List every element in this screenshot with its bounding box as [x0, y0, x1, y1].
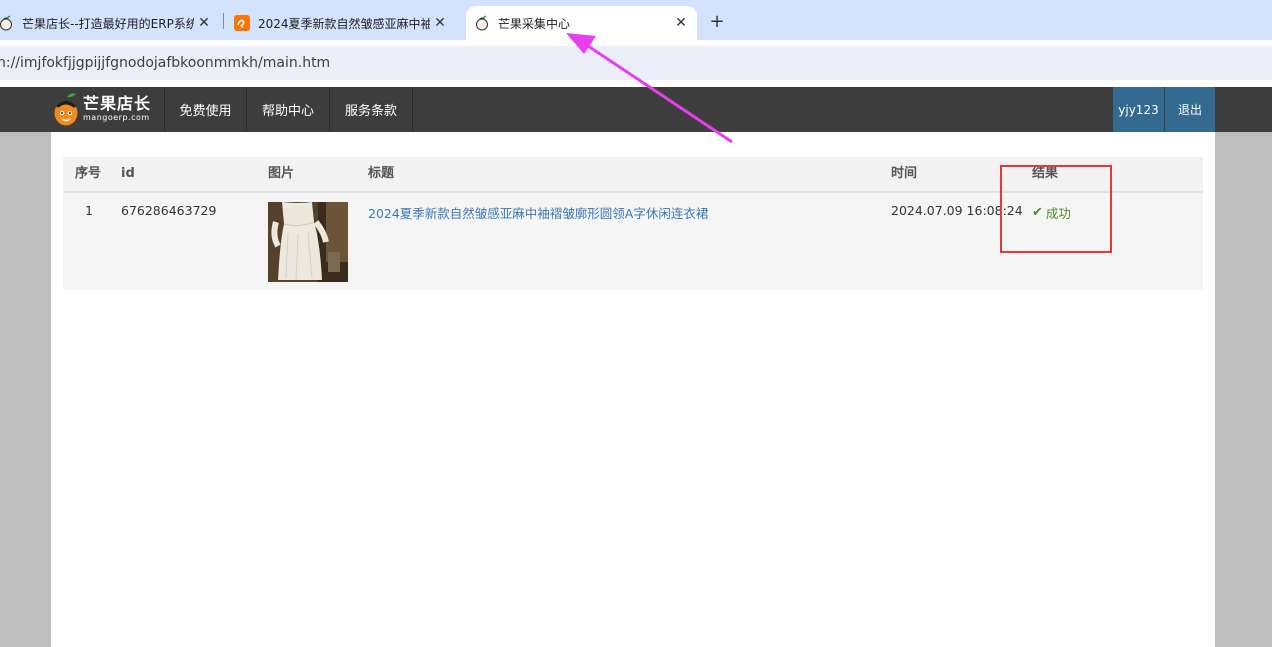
- tab-title: 2024夏季新款自然皱感亚麻中袖褶皱: [258, 16, 430, 31]
- nav-terms-of-service[interactable]: 服务条款: [330, 87, 413, 132]
- mango-favicon-icon: [0, 15, 14, 31]
- header-time: 时间: [891, 166, 918, 181]
- browser-toolbar: n://imjfokfjjgpijjfgnodojafbkoonmmkh/mai…: [0, 40, 1272, 87]
- browser-tab-strip: 芒果店长--打造最好用的ERP系统 ✕ 2024夏季新款自然皱感亚麻中袖褶皱 ✕…: [0, 0, 1272, 40]
- brand-logo[interactable]: 芒果店长 mangoerp.com: [53, 89, 165, 129]
- user-account-link[interactable]: yjy123: [1113, 87, 1164, 132]
- nav-free-use[interactable]: 免费使用: [164, 87, 247, 132]
- new-tab-button[interactable]: +: [706, 10, 728, 32]
- 1688-favicon-icon: [234, 15, 250, 31]
- close-tab-icon[interactable]: ✕: [430, 13, 450, 33]
- product-title-link[interactable]: 2024夏季新款自然皱感亚麻中袖褶皱廓形圆领A字休闲连衣裙: [368, 203, 708, 222]
- browser-tab-mango-collect-center[interactable]: 芒果采集中心 ✕: [466, 6, 697, 40]
- nav-help-center[interactable]: 帮助中心: [247, 87, 330, 132]
- header-id: id: [121, 166, 135, 181]
- browser-tab-1688-product[interactable]: 2024夏季新款自然皱感亚麻中袖褶皱 ✕: [232, 6, 452, 40]
- annotation-highlight-box: [1000, 165, 1112, 253]
- address-bar-url[interactable]: n://imjfokfjjgpijjfgnodojafbkoonmmkh/mai…: [0, 55, 330, 71]
- header-image: 图片: [268, 166, 295, 181]
- browser-tab-mango-erp[interactable]: 芒果店长--打造最好用的ERP系统 ✕: [0, 6, 216, 40]
- product-thumbnail[interactable]: [268, 202, 348, 282]
- mango-logo-icon: [53, 91, 79, 127]
- row-index: 1: [85, 203, 93, 218]
- brand-domain: mangoerp.com: [83, 113, 150, 122]
- close-tab-icon[interactable]: ✕: [194, 13, 214, 33]
- header-title: 标题: [368, 166, 395, 181]
- header-index: 序号: [75, 166, 102, 181]
- logout-button[interactable]: 退出: [1165, 87, 1215, 132]
- brand-name: 芒果店长: [83, 94, 152, 113]
- site-navbar: 芒果店长 mangoerp.com 免费使用 帮助中心 服务条款 yjy123 …: [0, 87, 1272, 132]
- tab-title: 芒果采集中心: [498, 16, 571, 31]
- row-product-id: 676286463729: [121, 203, 217, 218]
- address-bar[interactable]: n://imjfokfjjgpijjfgnodojafbkoonmmkh/mai…: [0, 46, 1272, 80]
- close-tab-icon[interactable]: ✕: [671, 13, 691, 33]
- tab-divider: [223, 13, 224, 29]
- tab-title: 芒果店长--打造最好用的ERP系统: [22, 16, 194, 31]
- mango-favicon-icon: [474, 15, 490, 31]
